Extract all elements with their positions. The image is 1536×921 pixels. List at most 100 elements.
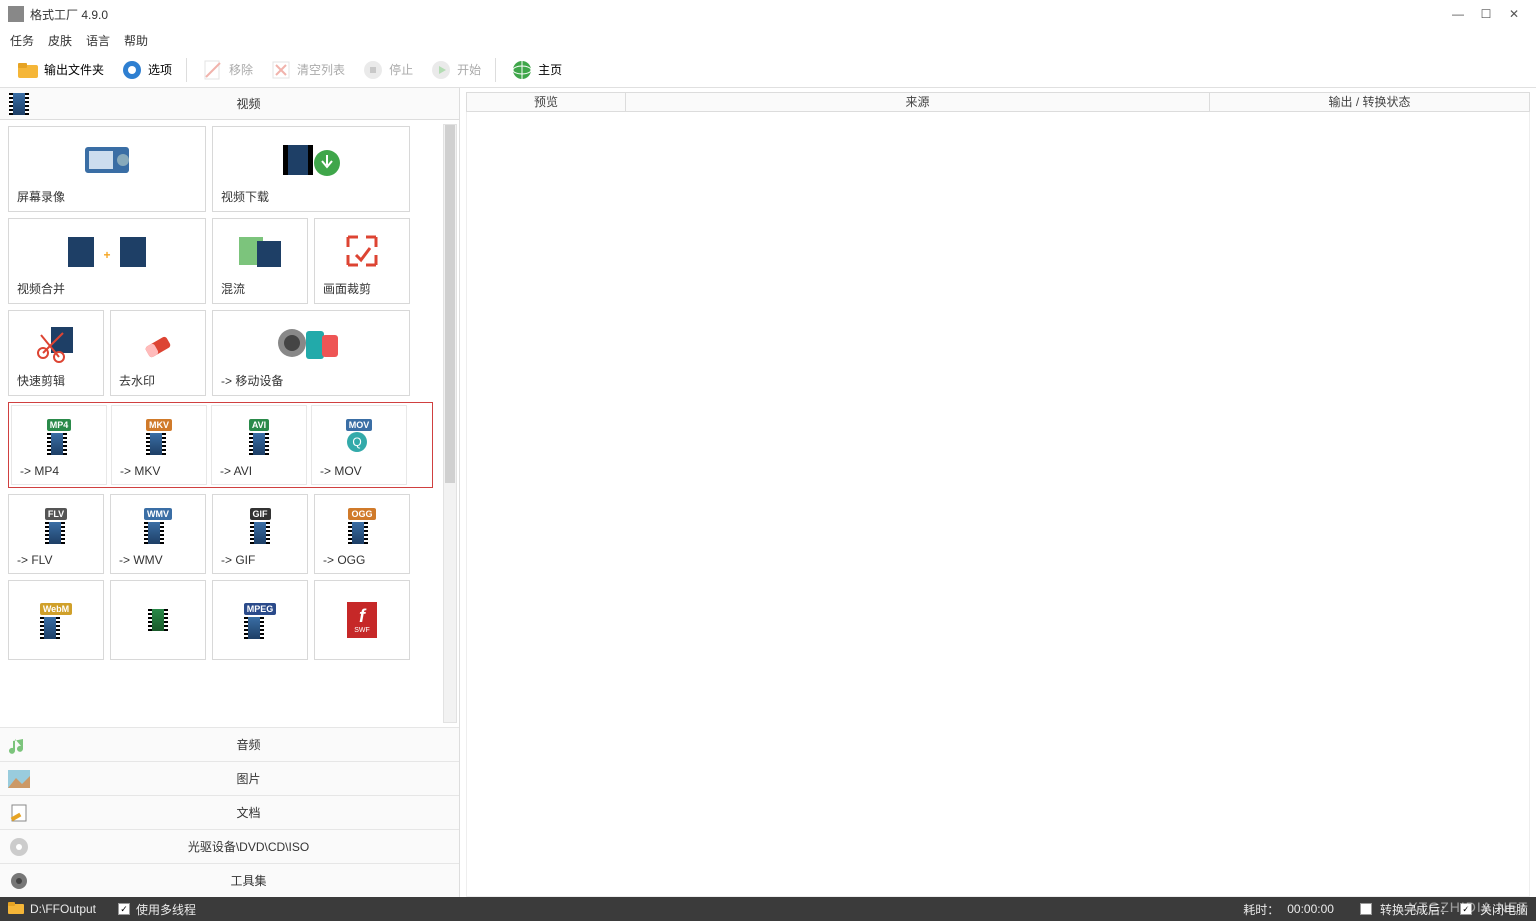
category-audio[interactable]: 音频 [0,727,459,761]
category-document[interactable]: 文档 [0,795,459,829]
tile-crop[interactable]: 画面裁剪 [314,218,410,304]
multithread-label: 使用多线程 [136,901,196,918]
start-icon [429,58,453,82]
clear-icon [269,58,293,82]
mobile-devices-icon [221,317,401,368]
output-folder-label: 输出文件夹 [44,61,104,78]
tile-to-webm[interactable]: WebM [8,580,104,660]
menu-help[interactable]: 帮助 [124,32,148,49]
category-tools[interactable]: 工具集 [0,863,459,897]
clear-list-label: 清空列表 [297,61,345,78]
mp4-icon: MP4 [20,412,98,460]
category-document-label: 文档 [38,804,459,821]
tile-label: -> OGG [323,553,401,567]
tile-label: -> WMV [119,553,197,567]
mpeg-icon: MPEG [221,587,299,653]
tile-quick-cut[interactable]: 快速剪辑 [8,310,104,396]
col-preview[interactable]: 预览 [466,92,626,112]
tile-to-wmv[interactable]: WMV -> WMV [110,494,206,574]
image-icon [4,767,34,791]
tiles-scrollbar[interactable] [443,124,457,723]
options-button[interactable]: 选项 [114,56,178,84]
avi-icon: AVI [220,412,298,460]
start-label: 开始 [457,61,481,78]
tile-video-download[interactable]: 视频下载 [212,126,410,212]
shutdown-checkbox[interactable] [1460,903,1472,915]
tile-label: -> FLV [17,553,95,567]
globe-icon [510,58,534,82]
col-source[interactable]: 来源 [626,92,1210,112]
app-icon [8,6,24,22]
mov-icon: MOVQ [320,412,398,460]
menu-language[interactable]: 语言 [86,32,110,49]
afterdone-checkbox[interactable] [1360,903,1372,915]
output-folder-button[interactable]: 输出文件夹 [10,56,110,84]
camcorder-icon [17,133,197,184]
3gp-icon [119,587,197,653]
webm-icon: WebM [17,587,95,653]
remove-button[interactable]: 移除 [195,56,259,84]
tile-label: -> AVI [220,464,298,478]
home-button[interactable]: 主页 [504,56,568,84]
start-button[interactable]: 开始 [423,56,487,84]
tiles-scroll-area: 屏幕录像 视频下载 + 视频合并 [0,120,459,727]
col-output[interactable]: 输出 / 转换状态 [1210,92,1530,112]
maximize-button[interactable]: ☐ [1472,4,1500,24]
tile-to-ogg[interactable]: OGG -> OGG [314,494,410,574]
tile-label: 视频合并 [17,280,197,297]
clear-list-button[interactable]: 清空列表 [263,56,351,84]
download-icon [221,133,401,184]
scrollbar-thumb[interactable] [445,125,455,483]
stop-button[interactable]: 停止 [355,56,419,84]
tile-video-merge[interactable]: + 视频合并 [8,218,206,304]
tile-to-mp4[interactable]: MP4 -> MP4 [11,405,107,485]
tile-to-swf[interactable]: fSWF [314,580,410,660]
folder-small-icon [8,901,24,918]
folder-icon [16,58,40,82]
minimize-button[interactable]: ― [1444,4,1472,24]
wmv-icon: WMV [119,501,197,549]
tile-label: -> MP4 [20,464,98,478]
right-panel: 预览 来源 输出 / 转换状态 [460,88,1536,897]
gif-icon: GIF [221,501,299,549]
document-icon [4,801,34,825]
category-image[interactable]: 图片 [0,761,459,795]
menu-task[interactable]: 任务 [10,32,34,49]
tile-to-mkv[interactable]: MKV -> MKV [111,405,207,485]
tile-remove-watermark[interactable]: 去水印 [110,310,206,396]
tile-label: 画面裁剪 [323,280,401,297]
audio-icon [4,733,34,757]
multithread-checkbox[interactable] [118,903,130,915]
tile-label: 视频下载 [221,188,401,205]
category-video-label: 视频 [38,95,459,112]
output-path[interactable]: D:\FFOutput [30,902,96,916]
tile-to-avi[interactable]: AVI -> AVI [211,405,307,485]
mkv-icon: MKV [120,412,198,460]
disc-icon [4,835,34,859]
tile-to-flv[interactable]: FLV -> FLV [8,494,104,574]
tools-icon [4,869,34,893]
task-list-body [466,112,1530,897]
options-icon [120,58,144,82]
tile-to-gif[interactable]: GIF -> GIF [212,494,308,574]
category-disc[interactable]: 光驱设备\DVD\CD\ISO [0,829,459,863]
remove-label: 移除 [229,61,253,78]
menu-skin[interactable]: 皮肤 [48,32,72,49]
swf-icon: fSWF [323,587,401,653]
category-video-header[interactable]: 视频 [0,88,459,120]
tile-label: -> MKV [120,464,198,478]
tile-to-mobile[interactable]: -> 移动设备 [212,310,410,396]
tile-label: 快速剪辑 [17,372,95,389]
category-list: 音频 图片 文档 光驱设备\DVD\CD\ISO 工具集 [0,727,459,897]
ogg-icon: OGG [323,501,401,549]
tile-mux[interactable]: 混流 [212,218,308,304]
task-list-header: 预览 来源 输出 / 转换状态 [466,92,1530,112]
tile-to-3gp[interactable] [110,580,206,660]
category-tools-label: 工具集 [38,872,459,889]
title-bar: 格式工厂 4.9.0 ― ☐ ✕ [0,0,1536,28]
afterdone-label: 转换完成后： [1380,901,1452,918]
tile-to-mov[interactable]: MOVQ -> MOV [311,405,407,485]
tile-screen-record[interactable]: 屏幕录像 [8,126,206,212]
tile-to-mpeg[interactable]: MPEG [212,580,308,660]
close-button[interactable]: ✕ [1500,4,1528,24]
